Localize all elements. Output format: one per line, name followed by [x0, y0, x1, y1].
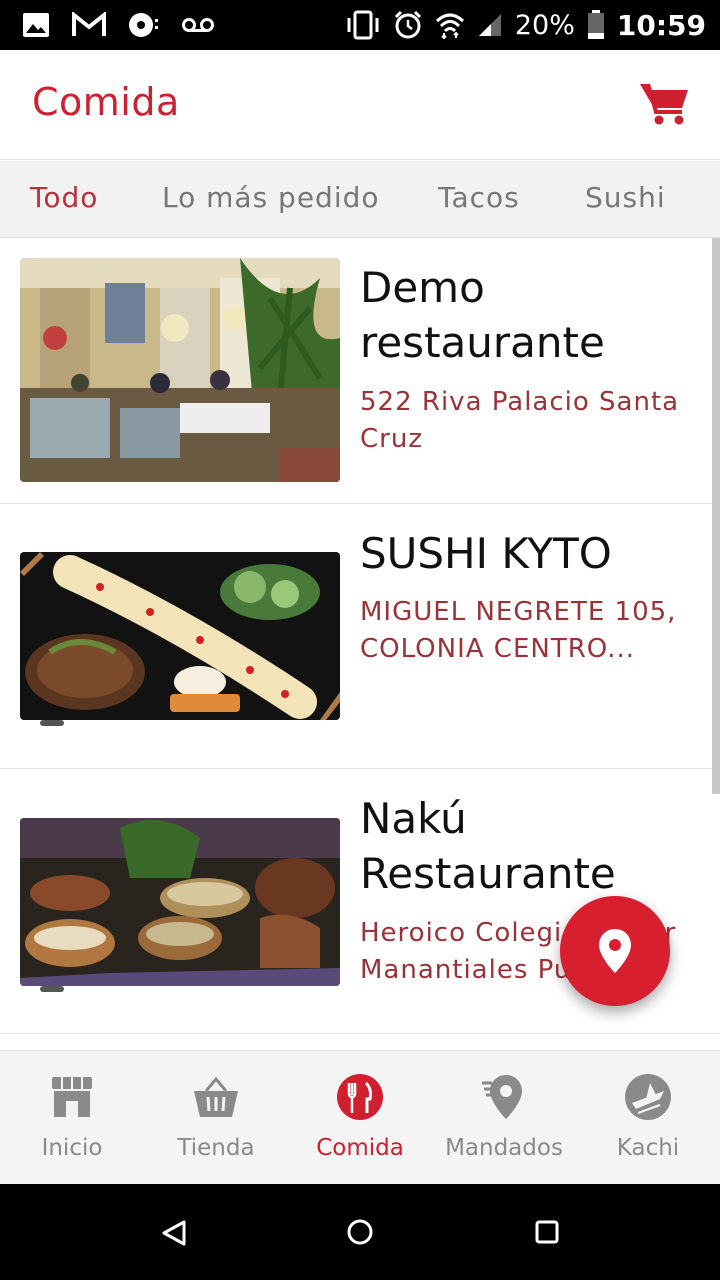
restaurant-address: MIGUEL NEGRETE 105, COLONIA CENTRO... — [360, 597, 677, 664]
nav-tienda[interactable]: Tienda — [144, 1051, 288, 1185]
nav-label: Tienda — [177, 1135, 255, 1161]
nav-label: Inicio — [41, 1135, 103, 1161]
restaurant-card-demo[interactable]: Demo restaurante 522 Riva Palacio Santa … — [0, 238, 720, 504]
nav-label: Mandados — [445, 1135, 563, 1161]
nav-comida[interactable]: Comida — [288, 1051, 432, 1185]
carousel-indicator — [40, 986, 64, 992]
tab-todo[interactable]: Todo — [30, 181, 98, 214]
restaurant-card-sushi-kyto[interactable]: SUSHI KYTO MIGUEL NEGRETE 105, COLONIA C… — [0, 504, 720, 769]
category-tabs: Todo Lo más pedido Tacos Sushi — [0, 161, 720, 238]
restaurant-photo — [20, 818, 340, 986]
back-icon[interactable] — [160, 1219, 188, 1247]
restaurant-address: 522 Riva Palacio Santa Cruz — [360, 387, 680, 454]
scrollbar[interactable] — [712, 238, 720, 794]
recents-icon[interactable] — [534, 1219, 560, 1245]
nav-label: Comida — [316, 1135, 404, 1161]
nav-label: Kachi — [616, 1135, 680, 1161]
list-item — [0, 1034, 720, 1050]
system-navigation-bar — [0, 1184, 720, 1280]
podcast-icon — [129, 13, 158, 37]
alarm-icon — [394, 10, 421, 39]
store-icon — [52, 1077, 92, 1117]
restaurant-photo — [20, 258, 340, 482]
nav-inicio[interactable]: Inicio — [0, 1051, 144, 1185]
cart-icon[interactable] — [638, 80, 690, 126]
nav-kachi[interactable]: Kachi — [576, 1051, 720, 1185]
battery-percent: 20% — [514, 9, 575, 41]
tab-sushi[interactable]: Sushi — [585, 181, 666, 214]
voicemail-icon — [182, 18, 214, 32]
app-bar: Comida — [0, 50, 720, 160]
page-title: Comida — [32, 80, 180, 124]
clock: 10:59 — [616, 8, 706, 42]
restaurant-name: Nakú Restaurante — [360, 794, 616, 898]
wifi-icon — [435, 13, 464, 39]
delivery-pin-icon — [482, 1075, 522, 1119]
carousel-indicator — [40, 720, 64, 726]
tab-tacos[interactable]: Tacos — [438, 181, 520, 214]
status-bar: 20% 10:59 — [0, 0, 720, 50]
location-fab-button[interactable] — [560, 896, 670, 1006]
tab-lo-mas-pedido[interactable]: Lo más pedido — [162, 181, 380, 214]
utensils-icon — [337, 1074, 383, 1120]
restaurant-name: Demo restaurante — [360, 263, 605, 367]
bottom-navigation: Inicio Tienda Comida Mandados Kachi — [0, 1050, 720, 1184]
location-pin-icon — [599, 929, 631, 973]
kachi-icon — [625, 1074, 671, 1120]
vibrate-icon — [347, 10, 379, 40]
nav-mandados[interactable]: Mandados — [432, 1051, 576, 1185]
battery-icon — [587, 10, 604, 39]
restaurant-photo — [20, 552, 340, 720]
basket-icon — [194, 1076, 238, 1117]
gmail-icon — [72, 12, 106, 36]
image-icon — [23, 13, 49, 37]
home-icon[interactable] — [346, 1218, 374, 1246]
signal-icon — [478, 14, 501, 36]
restaurant-name: SUSHI KYTO — [360, 529, 612, 578]
